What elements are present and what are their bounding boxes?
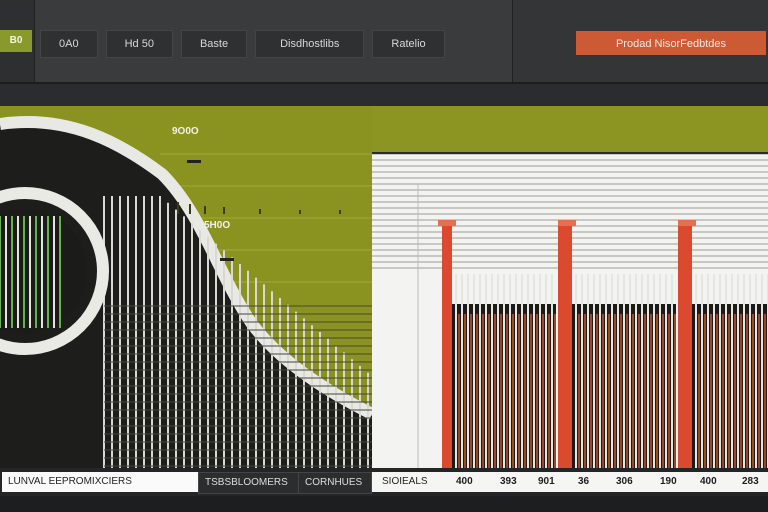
column-frame bbox=[562, 224, 572, 468]
column-cap bbox=[558, 220, 576, 226]
right-chart-graphic bbox=[372, 154, 768, 468]
column-frame bbox=[442, 224, 452, 468]
tab-5[interactable]: Ratelio bbox=[372, 30, 445, 58]
footer-tab-mid-b[interactable]: CORNHUES bbox=[298, 472, 372, 494]
footer-bar: LUNVAL EEPROMIXCIERS TSBSBLOOMERS CORNHU… bbox=[0, 468, 768, 512]
footer-tab-left[interactable]: LUNVAL EEPROMIXCIERS bbox=[2, 472, 204, 492]
axis-value-5: 306 bbox=[616, 476, 633, 487]
toolbar-tabs: 0A0 Hd 50 Baste Disdhostlibs Ratelio bbox=[40, 30, 494, 58]
footer-tab-mid-a[interactable]: TSBSBLOOMERS bbox=[198, 472, 310, 494]
chart-label-top: 9O0O bbox=[172, 126, 199, 137]
right-chart-panel bbox=[372, 154, 768, 468]
axis-value-2: 393 bbox=[500, 476, 517, 487]
axis-value-6: 190 bbox=[660, 476, 677, 487]
tab-4[interactable]: Disdhostlibs bbox=[255, 30, 365, 58]
axis-value-1: 400 bbox=[456, 476, 473, 487]
axis-title: SIOIEALS bbox=[376, 472, 448, 492]
brand-chip[interactable]: B0 bbox=[0, 30, 32, 52]
footer-rule bbox=[0, 496, 768, 512]
axis-value-8: 283 bbox=[742, 476, 759, 487]
primary-action-button[interactable]: Prodad NisorFedbtdes bbox=[576, 31, 766, 55]
column-cap bbox=[678, 220, 696, 226]
top-toolbar: B0 0A0 Hd 50 Baste Disdhostlibs Ratelio … bbox=[0, 0, 768, 84]
left-chart-graphic bbox=[0, 116, 372, 468]
tab-1[interactable]: 0A0 bbox=[40, 30, 98, 58]
axis-value-7: 400 bbox=[700, 476, 717, 487]
column-cap bbox=[438, 220, 456, 226]
tab-2[interactable]: Hd 50 bbox=[105, 30, 173, 58]
chart-label-mid: 5H0O bbox=[204, 220, 231, 231]
left-chart-panel: 9O0O 5H0O bbox=[0, 106, 372, 468]
tab-3[interactable]: Baste bbox=[180, 30, 248, 58]
axis-value-4: 36 bbox=[578, 476, 590, 487]
axis-value-3: 901 bbox=[538, 476, 555, 487]
column-frame bbox=[682, 224, 692, 468]
chart-stage: 9O0O 5H0O bbox=[0, 106, 768, 468]
